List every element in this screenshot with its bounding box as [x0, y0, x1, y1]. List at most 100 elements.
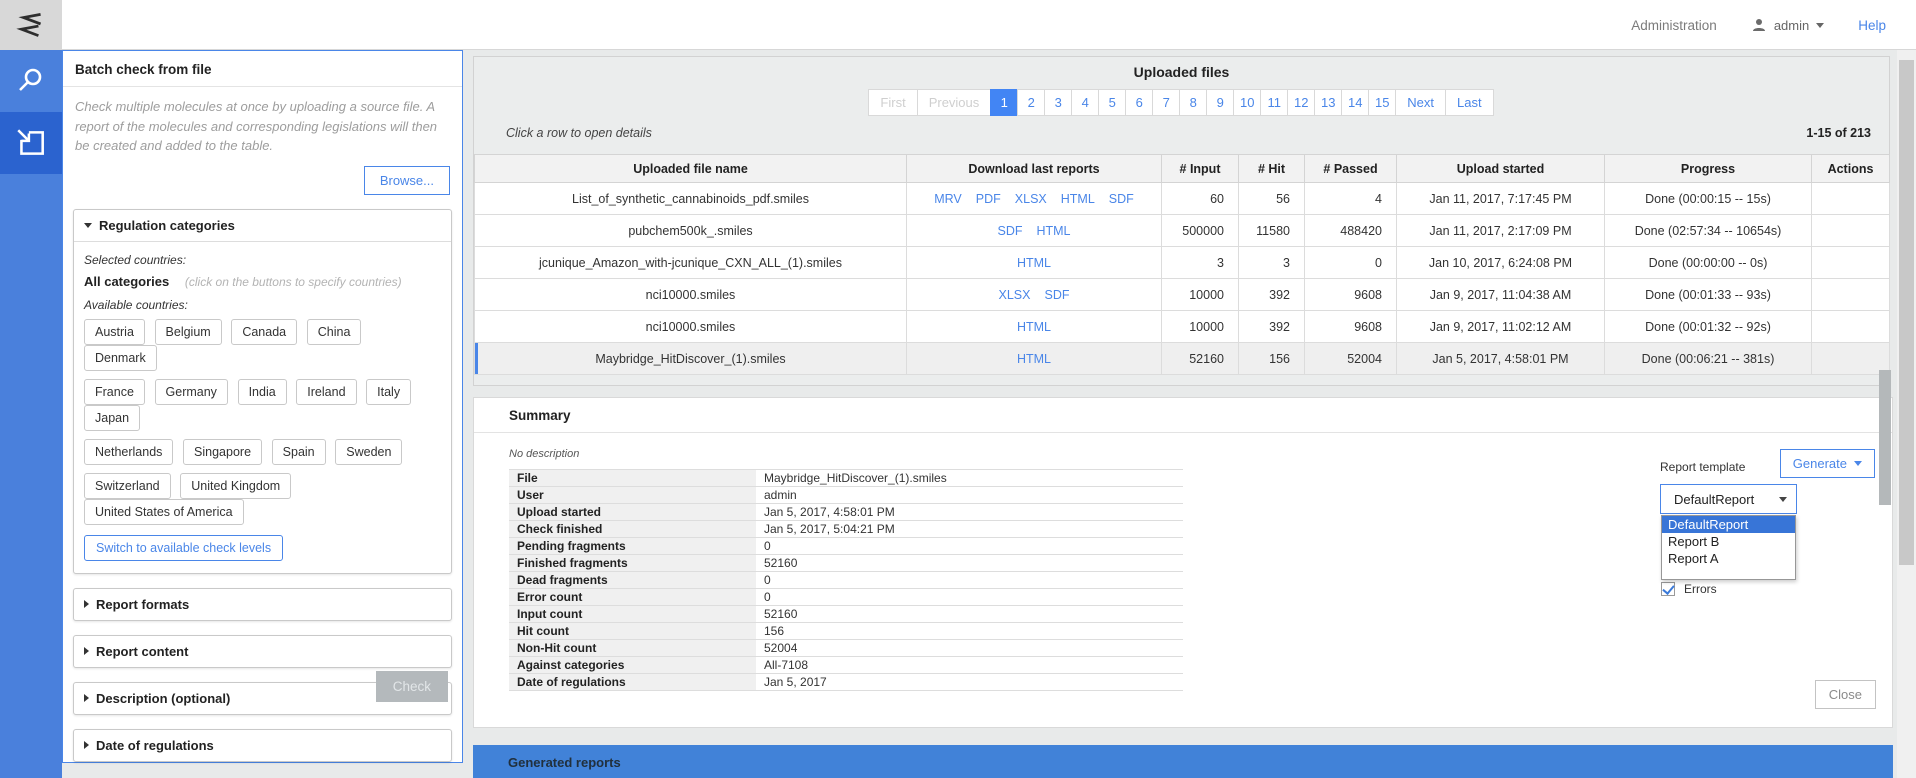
table-row[interactable]: nci10000.smiles HTML 10000 392 9608 Jan …	[475, 311, 1890, 343]
sidebar-item-search[interactable]	[0, 50, 62, 112]
table-row-selected[interactable]: Maybridge_HitDiscover_(1).smiles HTML 52…	[475, 343, 1890, 375]
input-count-cell: 60	[1162, 183, 1239, 215]
pagination-page-7[interactable]: 7	[1152, 89, 1180, 116]
report-formats-section: Report formats	[73, 588, 452, 621]
country-button[interactable]: Japan	[84, 405, 140, 431]
pagination-page-12[interactable]: 12	[1287, 89, 1315, 116]
report-link[interactable]: HTML	[1061, 192, 1095, 206]
country-button[interactable]: Canada	[231, 319, 297, 345]
sidebar-item-batch-check[interactable]	[0, 112, 62, 174]
table-row[interactable]: jcunique_Amazon_with-jcunique_CXN_ALL_(1…	[475, 247, 1890, 279]
field-value: Maybridge_HitDiscover_(1).smiles	[756, 470, 1183, 487]
pagination-page-14[interactable]: 14	[1341, 89, 1369, 116]
dropdown-option[interactable]: Report B	[1662, 533, 1795, 550]
hit-count-cell: 11580	[1239, 215, 1305, 247]
country-button[interactable]: Spain	[272, 439, 326, 465]
pagination-page-5[interactable]: 5	[1098, 89, 1126, 116]
pagination-next[interactable]: Next	[1395, 89, 1446, 116]
report-link[interactable]: XLSX	[1015, 192, 1047, 206]
country-button[interactable]: Switzerland	[84, 473, 171, 499]
country-button[interactable]: Singapore	[183, 439, 262, 465]
errors-checkbox[interactable]	[1661, 582, 1675, 596]
pagination-page-4[interactable]: 4	[1071, 89, 1099, 116]
window-scrollbar-thumb[interactable]	[1899, 60, 1914, 565]
report-link[interactable]: SDF	[997, 224, 1022, 238]
batch-check-panel: Batch check from file Check multiple mol…	[62, 50, 463, 763]
upload-started-cell: Jan 11, 2017, 7:17:45 PM	[1397, 183, 1605, 215]
country-button[interactable]: United Kingdom	[180, 473, 291, 499]
country-button[interactable]: Belgium	[155, 319, 222, 345]
content-scrollbar-thumb[interactable]	[1879, 370, 1891, 505]
check-button[interactable]: Check	[376, 671, 448, 702]
country-button[interactable]: Italy	[366, 379, 411, 405]
upload-started-cell: Jan 10, 2017, 6:24:08 PM	[1397, 247, 1605, 279]
country-button[interactable]: Sweden	[335, 439, 402, 465]
pagination-page-9[interactable]: 9	[1206, 89, 1234, 116]
field-label: Hit count	[509, 623, 756, 640]
search-icon	[15, 65, 47, 97]
pagination-page-3[interactable]: 3	[1044, 89, 1072, 116]
pagination-page-6[interactable]: 6	[1125, 89, 1153, 116]
hit-count-cell: 156	[1239, 343, 1305, 375]
dropdown-option[interactable]: DefaultReport	[1662, 516, 1795, 533]
report-link[interactable]: SDF	[1109, 192, 1134, 206]
pagination-page-10[interactable]: 10	[1233, 89, 1261, 116]
column-header: Actions	[1812, 155, 1890, 183]
help-link[interactable]: Help	[1858, 18, 1886, 33]
country-button[interactable]: France	[84, 379, 145, 405]
switch-check-levels-button[interactable]: Switch to available check levels	[84, 535, 283, 561]
report-link[interactable]: XLSX	[999, 288, 1031, 302]
field-value: Jan 5, 2017, 4:58:01 PM	[756, 504, 1183, 521]
pagination-page-2[interactable]: 2	[1017, 89, 1045, 116]
file-name-cell: List_of_synthetic_cannabinoids_pdf.smile…	[475, 183, 907, 215]
user-menu[interactable]: admin	[1751, 17, 1824, 33]
country-button[interactable]: Netherlands	[84, 439, 173, 465]
regulation-categories-header[interactable]: Regulation categories	[74, 210, 451, 242]
column-header: # Hit	[1239, 155, 1305, 183]
table-row[interactable]: pubchem500k_.smiles SDFHTML 500000 11580…	[475, 215, 1890, 247]
pagination-page-1[interactable]: 1	[990, 89, 1018, 116]
report-link[interactable]: HTML	[1017, 352, 1051, 366]
report-template-select[interactable]: DefaultReport	[1660, 484, 1797, 514]
summary-details-table: FileMaybridge_HitDiscover_(1).smiles Use…	[509, 469, 1183, 691]
report-link[interactable]: SDF	[1044, 288, 1069, 302]
report-content-header[interactable]: Report content	[74, 636, 451, 667]
actions-cell	[1812, 247, 1890, 279]
pagination-first[interactable]: First	[868, 89, 917, 116]
report-link[interactable]: PDF	[976, 192, 1001, 206]
report-formats-header[interactable]: Report formats	[74, 589, 451, 620]
table-row[interactable]: List_of_synthetic_cannabinoids_pdf.smile…	[475, 183, 1890, 215]
table-row[interactable]: nci10000.smiles XLSXSDF 10000 392 9608 J…	[475, 279, 1890, 311]
country-button[interactable]: United States of America	[84, 499, 244, 525]
field-label: Input count	[509, 606, 756, 623]
country-button[interactable]: China	[307, 319, 362, 345]
pagination-page-8[interactable]: 8	[1179, 89, 1207, 116]
administration-link[interactable]: Administration	[1631, 18, 1717, 33]
generate-button[interactable]: Generate	[1780, 449, 1875, 478]
country-button[interactable]: Denmark	[84, 345, 157, 371]
upload-started-cell: Jan 9, 2017, 11:02:12 AM	[1397, 311, 1605, 343]
date-of-regulations-header[interactable]: Date of regulations	[74, 730, 451, 761]
field-value: Jan 5, 2017, 5:04:21 PM	[756, 521, 1183, 538]
upload-started-cell: Jan 5, 2017, 4:58:01 PM	[1397, 343, 1605, 375]
pagination-last[interactable]: Last	[1445, 89, 1494, 116]
country-button[interactable]: Austria	[84, 319, 145, 345]
country-button[interactable]: India	[238, 379, 287, 405]
pagination-page-15[interactable]: 15	[1368, 89, 1396, 116]
close-button[interactable]: Close	[1815, 680, 1876, 709]
pagination-previous[interactable]: Previous	[917, 89, 992, 116]
dropdown-option[interactable]: Report A	[1662, 550, 1795, 567]
report-link[interactable]: HTML	[1036, 224, 1070, 238]
date-of-regulations-section: Date of regulations	[73, 729, 452, 762]
pagination-page-13[interactable]: 13	[1314, 89, 1342, 116]
country-button[interactable]: Germany	[155, 379, 228, 405]
input-count-cell: 3	[1162, 247, 1239, 279]
pagination-page-11[interactable]: 11	[1260, 89, 1288, 116]
browse-button[interactable]: Browse...	[364, 166, 450, 195]
report-link[interactable]: HTML	[1017, 320, 1051, 334]
window-scrollbar[interactable]	[1897, 38, 1916, 778]
report-link[interactable]: HTML	[1017, 256, 1051, 270]
report-link[interactable]: MRV	[934, 192, 962, 206]
errors-label: Errors	[1684, 582, 1717, 596]
country-button[interactable]: Ireland	[296, 379, 356, 405]
